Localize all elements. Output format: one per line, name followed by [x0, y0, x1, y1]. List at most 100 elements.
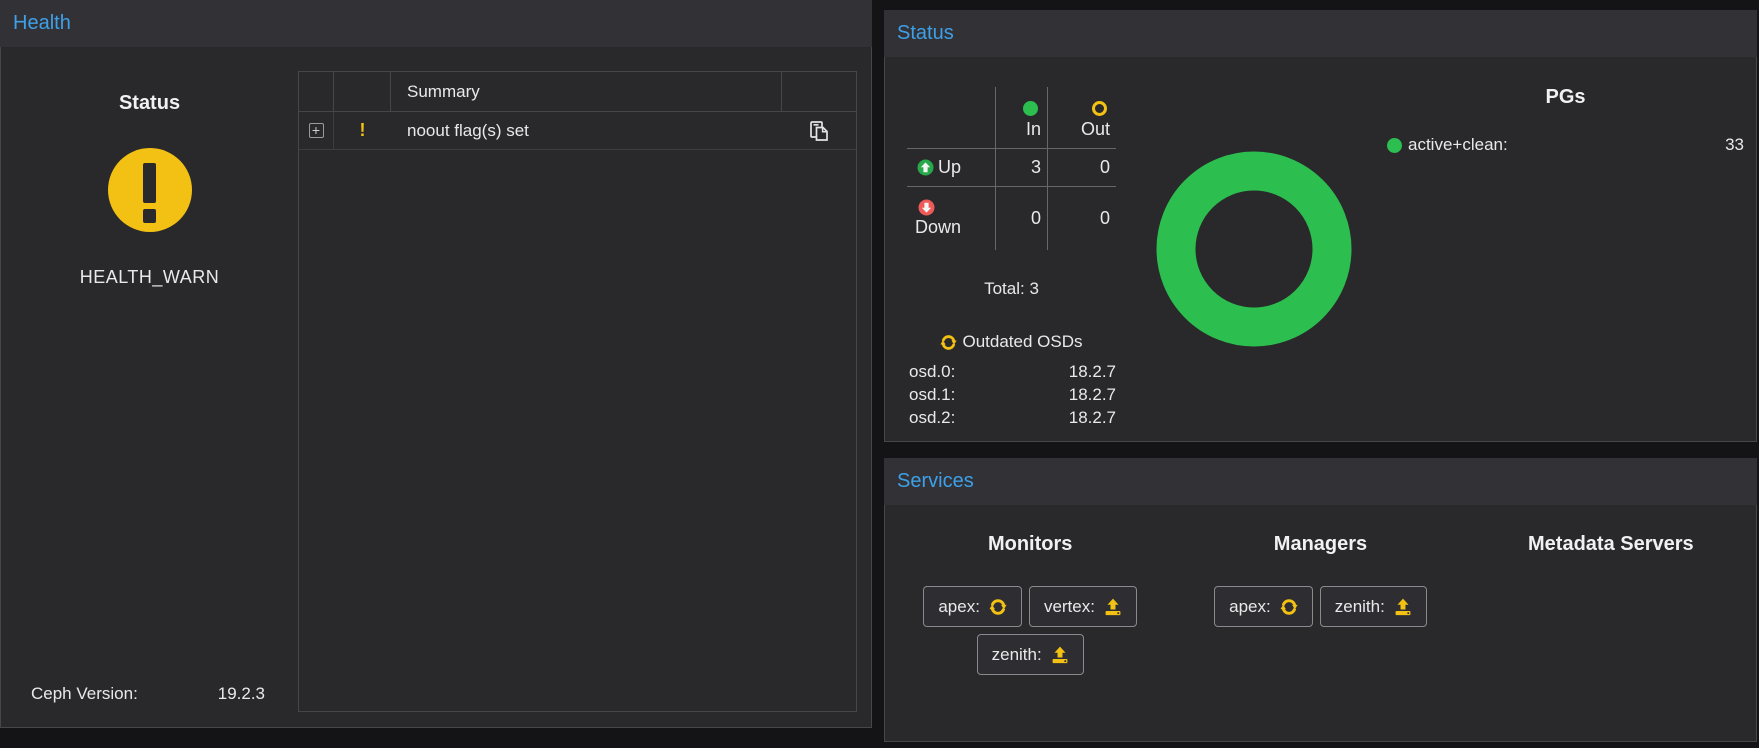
health-panel-title: Health [13, 12, 71, 35]
outdated-osds-section: Outdated OSDs osd.0: 18.2.7 osd.1: 18.2.… [907, 332, 1116, 431]
outdated-osd-row: osd.2: 18.2.7 [907, 408, 1116, 431]
health-summary-table: Summary + ! noout flag(s) set [298, 71, 857, 712]
row-expander-cell: + [299, 112, 334, 149]
in-header-label: In [1026, 119, 1041, 140]
health-warning-badge [108, 148, 192, 232]
upload-icon [1394, 598, 1412, 616]
monitor-zenith-label: zenith: [992, 645, 1042, 665]
upload-icon [1051, 646, 1069, 664]
pgs-donut-chart [1156, 151, 1352, 347]
osd-name: osd.2: [909, 408, 955, 431]
up-label: Up [938, 157, 961, 178]
services-panel-title: Services [897, 470, 974, 493]
summary-column-label: Summary [391, 82, 480, 102]
osd-down-out-count: 0 [1048, 187, 1116, 250]
services-panel: Services Monitors apex: [884, 458, 1757, 742]
monitor-button-apex[interactable]: apex: [923, 586, 1022, 627]
osd-up-row-label: Up [907, 149, 996, 187]
osd-version: 18.2.7 [1069, 385, 1116, 408]
actions-column-header [782, 72, 856, 111]
summary-table-row[interactable]: + ! noout flag(s) set [299, 112, 856, 150]
ceph-version-row: Ceph Version: 19.2.3 [1, 684, 298, 704]
osd-corner-cell [907, 87, 996, 149]
osd-down-row-label: Down [907, 187, 996, 250]
down-arrow-circle-icon [918, 199, 935, 216]
pg-state-dot-icon [1387, 138, 1402, 153]
manager-zenith-label: zenith: [1335, 597, 1385, 617]
services-group-metadata-servers: Metadata Servers [1466, 533, 1756, 741]
up-arrow-circle-icon [917, 159, 934, 176]
osd-name: osd.0: [909, 362, 955, 385]
refresh-icon [1280, 598, 1298, 616]
osd-total-label: Total: 3 [907, 279, 1116, 299]
status-panel-body: In Out Up 3 0 [884, 57, 1757, 442]
ceph-version-label: Ceph Version: [31, 684, 138, 704]
out-header-label: Out [1081, 119, 1110, 140]
pg-state-label: active+clean: [1408, 135, 1508, 155]
outdated-osds-title-row: Outdated OSDs [907, 332, 1116, 352]
manager-button-apex[interactable]: apex: [1214, 586, 1313, 627]
services-panel-body: Monitors apex: [884, 505, 1757, 742]
status-panel-title: Status [897, 22, 954, 45]
row-actions-cell [782, 112, 856, 149]
osd-up-in-count: 3 [996, 149, 1048, 187]
monitors-heading: Monitors [988, 533, 1072, 556]
ceph-version-value: 19.2.3 [218, 684, 265, 704]
health-status-heading: Status [119, 92, 180, 115]
refresh-icon [989, 598, 1007, 616]
osd-version: 18.2.7 [1069, 362, 1116, 385]
manager-apex-label: apex: [1229, 597, 1271, 617]
osd-in-header: In [996, 87, 1048, 149]
outdated-osds-title: Outdated OSDs [962, 332, 1082, 352]
osd-status-table: In Out Up 3 0 [907, 87, 1116, 250]
outdated-osds-list: osd.0: 18.2.7 osd.1: 18.2.7 osd.2: 18.2.… [907, 362, 1116, 431]
monitor-vertex-label: vertex: [1044, 597, 1095, 617]
osd-name: osd.1: [909, 385, 955, 408]
monitor-apex-label: apex: [938, 597, 980, 617]
osd-out-header: Out [1048, 87, 1116, 149]
health-panel-header: Health [0, 0, 872, 47]
osd-down-in-count: 0 [996, 187, 1048, 250]
severity-column-header [334, 72, 391, 111]
status-panel-header: Status [884, 10, 1757, 57]
health-panel: Health Status HEALTH_WARN Ceph Version: … [0, 0, 872, 728]
refresh-icon [940, 334, 957, 351]
row-summary-cell: noout flag(s) set [391, 112, 782, 149]
osd-version: 18.2.7 [1069, 408, 1116, 431]
pgs-legend-section: PGs active+clean: 33 [1387, 57, 1744, 441]
row-severity-cell: ! [334, 112, 391, 149]
outdated-osd-row: osd.0: 18.2.7 [907, 362, 1116, 385]
status-panel: Status In Out [884, 10, 1757, 442]
summary-table-header-row: Summary [299, 72, 856, 112]
health-status-column: Status HEALTH_WARN Ceph Version: 19.2.3 [1, 47, 298, 727]
monitor-button-zenith[interactable]: zenith: [977, 634, 1084, 675]
managers-heading: Managers [1274, 533, 1367, 556]
pg-state-count: 33 [1725, 135, 1744, 155]
summary-row-text: noout flag(s) set [407, 121, 529, 141]
manager-button-zenith[interactable]: zenith: [1320, 586, 1427, 627]
health-status-value: HEALTH_WARN [80, 267, 220, 288]
expander-column-header [299, 72, 334, 111]
expand-row-icon[interactable]: + [309, 123, 324, 138]
metadata-servers-heading: Metadata Servers [1528, 533, 1694, 556]
osd-status-section: In Out Up 3 0 [907, 87, 1117, 441]
osd-up-out-count: 0 [1048, 149, 1116, 187]
ceph-dashboard: Health Status HEALTH_WARN Ceph Version: … [0, 0, 1759, 748]
down-label: Down [915, 217, 961, 238]
pgs-title: PGs [1387, 86, 1744, 109]
services-panel-header: Services [884, 458, 1757, 505]
copy-button[interactable] [808, 120, 830, 142]
services-group-managers: Managers apex: [1175, 533, 1465, 741]
upload-icon [1104, 598, 1122, 616]
exclamation-icon [143, 163, 156, 203]
health-panel-body: Status HEALTH_WARN Ceph Version: 19.2.3 [0, 47, 872, 728]
summary-column-header: Summary [391, 72, 782, 111]
copy-icon [808, 120, 830, 142]
monitor-button-vertex[interactable]: vertex: [1029, 586, 1137, 627]
exclamation-dot-icon [143, 209, 156, 223]
services-group-monitors: Monitors apex: [885, 533, 1175, 741]
pg-legend-row: active+clean: 33 [1387, 135, 1744, 155]
in-status-icon [1023, 101, 1038, 116]
out-status-icon [1092, 101, 1107, 116]
warning-icon: ! [360, 120, 366, 141]
